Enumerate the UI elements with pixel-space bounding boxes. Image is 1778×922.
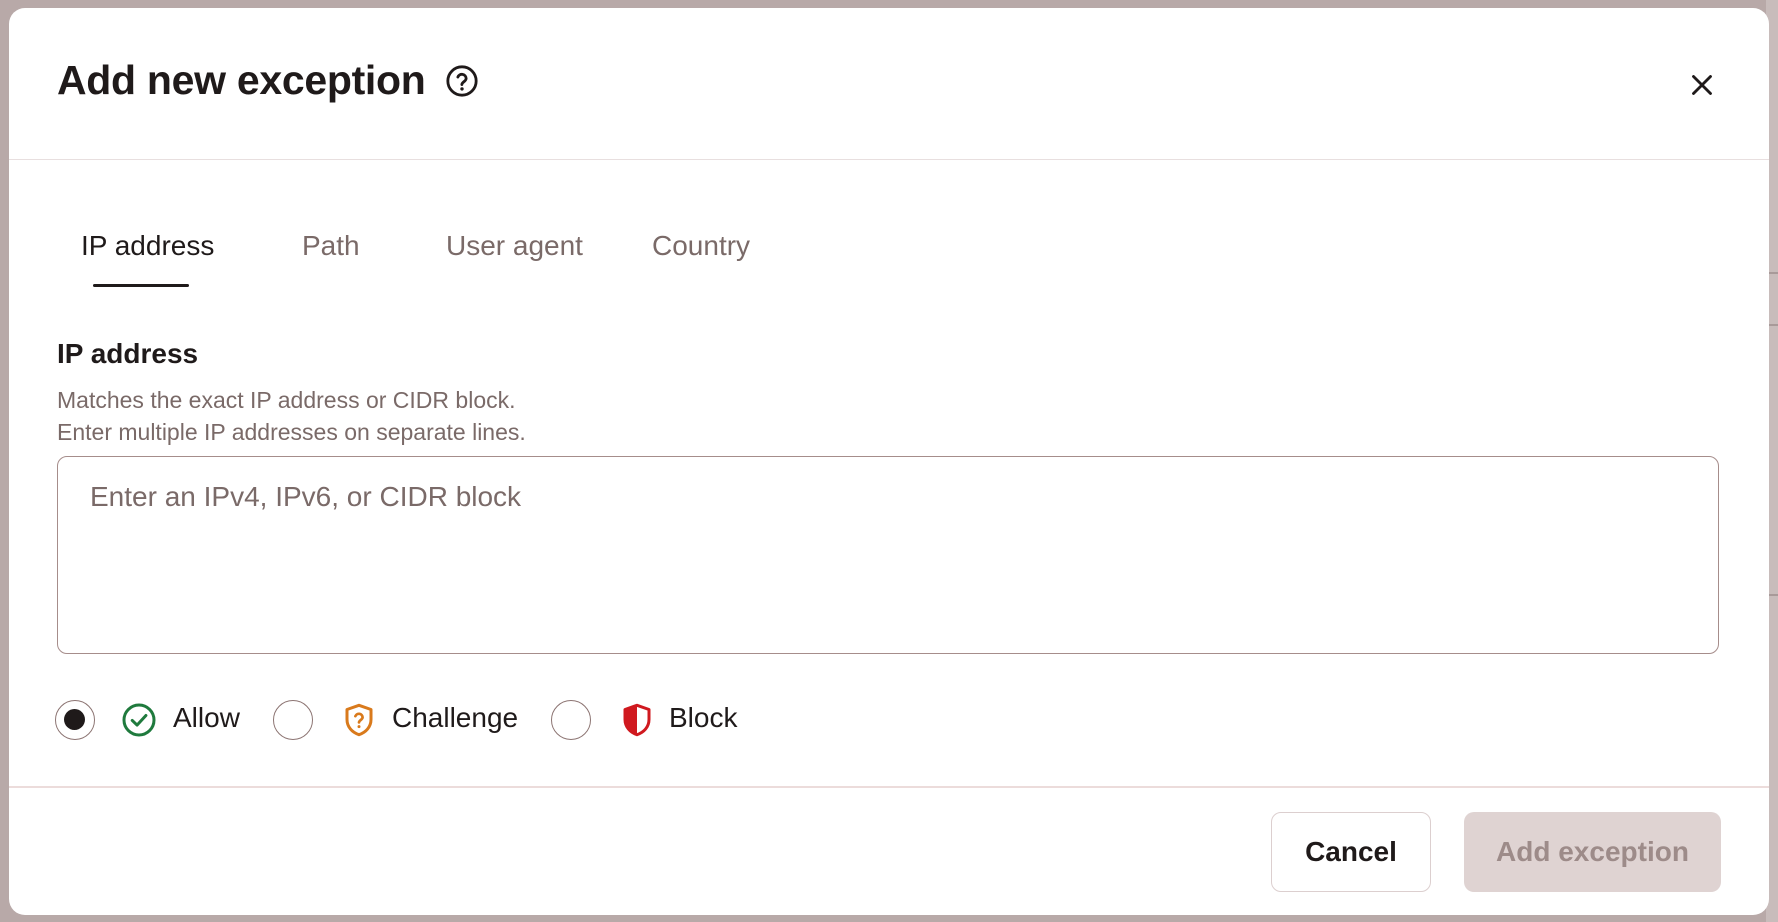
cancel-button[interactable]: Cancel: [1271, 812, 1431, 892]
ip-field-label: IP address: [57, 338, 199, 369]
radio-selected-dot: [64, 709, 85, 730]
tab-ip-address[interactable]: IP address: [81, 230, 214, 262]
tab-country[interactable]: Country: [652, 230, 750, 262]
close-icon[interactable]: [1685, 68, 1719, 102]
check-circle-icon: [122, 703, 156, 737]
add-exception-button[interactable]: Add exception: [1464, 812, 1721, 892]
challenge-radio[interactable]: [273, 700, 313, 740]
tab-path[interactable]: Path: [302, 230, 360, 262]
ip-address-input[interactable]: [57, 456, 1719, 654]
tab-user-agent[interactable]: User agent: [446, 230, 583, 262]
shield-block-icon: [623, 703, 651, 737]
add-exception-dialog: Add new exception IP address Path User a…: [9, 8, 1769, 915]
help-circle-icon[interactable]: [445, 64, 479, 98]
dialog-title: Add new exception: [57, 57, 426, 103]
block-radio[interactable]: [551, 700, 591, 740]
active-tab-indicator: [93, 284, 189, 287]
challenge-label[interactable]: Challenge: [392, 702, 518, 734]
ip-field-help-line: Enter multiple IP addresses on separate …: [57, 419, 526, 445]
ip-field-help: Matches the exact IP address or CIDR blo…: [57, 384, 526, 448]
allow-label[interactable]: Allow: [173, 702, 240, 734]
dialog-header: Add new exception: [9, 8, 1769, 160]
block-label[interactable]: Block: [669, 702, 737, 734]
shield-question-icon: [345, 703, 373, 737]
allow-radio[interactable]: [55, 700, 95, 740]
footer-divider: [9, 786, 1769, 788]
ip-field-help-line: Matches the exact IP address or CIDR blo…: [57, 387, 516, 413]
